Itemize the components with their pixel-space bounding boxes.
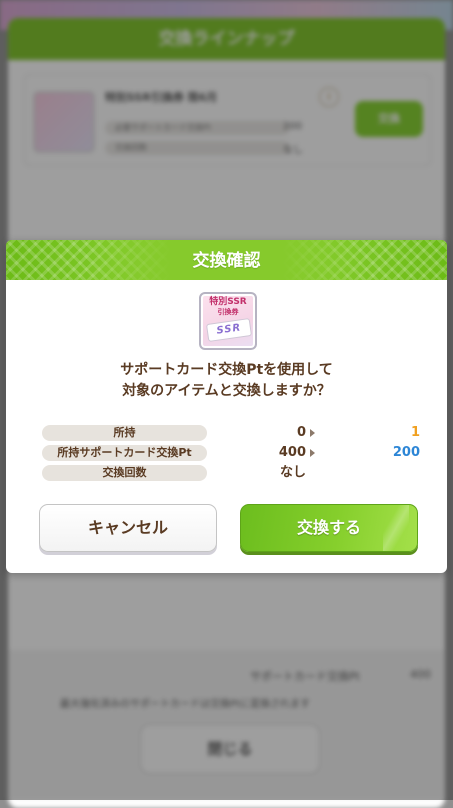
arrow-right-icon: [310, 429, 315, 437]
stat-before-value: 400: [278, 445, 306, 460]
confirm-question-line1: サポートカード交換Ptを使用して: [120, 362, 333, 378]
stat-row-exchange-count: 交換回数 なし: [42, 465, 420, 481]
dialog-title: 交換確認: [192, 251, 261, 271]
ticket-sublabel: 引換券: [217, 308, 239, 316]
confirm-question-line2: 対象のアイテムと交換しますか？: [122, 383, 331, 399]
ssr-exchange-ticket-icon: 特別SSR 引換券 SSR: [199, 292, 257, 350]
button-shine: [383, 505, 409, 551]
ticket-label: 特別SSR: [209, 297, 247, 307]
stat-before-value: 0: [296, 425, 306, 440]
stat-after-value: 200: [392, 445, 420, 460]
stat-row-points: 所持サポートカード交換Pt 400 200: [42, 445, 420, 461]
arrow-right-icon: [310, 449, 315, 457]
stat-label: 交換回数: [42, 465, 207, 481]
stat-label: 所持サポートカード交換Pt: [42, 445, 207, 461]
confirm-exchange-button[interactable]: 交換する: [240, 504, 418, 552]
stat-label: 所持: [42, 425, 207, 441]
stat-row-owned: 所持 0 1: [42, 425, 420, 441]
exchange-confirm-dialog: 交換確認 特別SSR 引換券 SSR サポートカード交換Ptを使用して 対象のア…: [6, 240, 447, 573]
stat-before-value: なし: [279, 465, 306, 480]
cancel-button[interactable]: キャンセル: [39, 504, 217, 552]
confirm-exchange-label: 交換する: [296, 518, 361, 537]
stat-after-value: 1: [410, 425, 420, 440]
ticket-card: SSR: [205, 318, 253, 342]
confirm-question: サポートカード交換Ptを使用して 対象のアイテムと交換しますか？: [6, 360, 447, 402]
